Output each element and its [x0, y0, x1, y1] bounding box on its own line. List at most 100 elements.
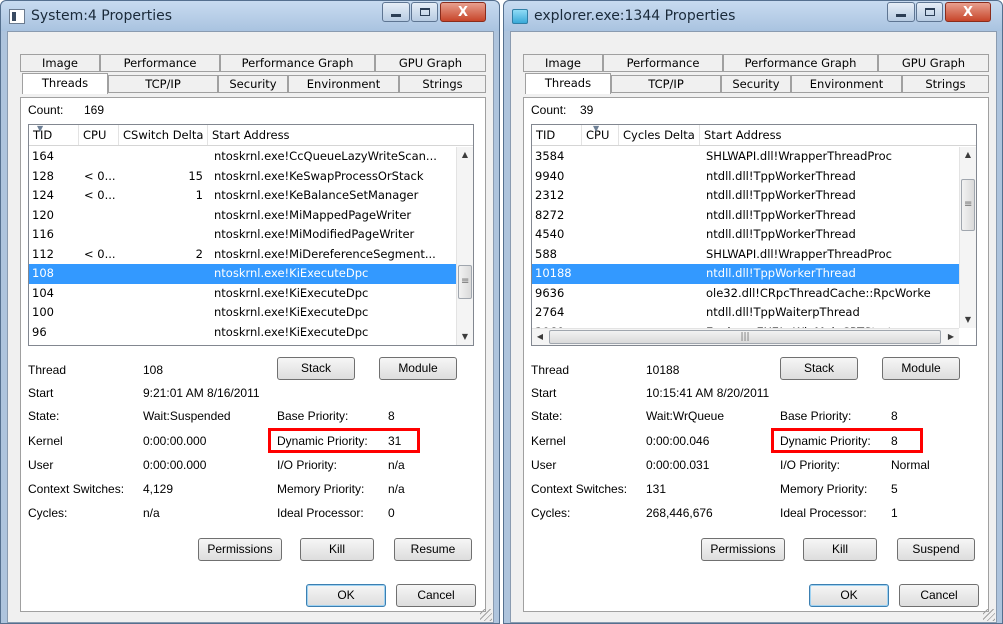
- cycles-label: Cycles:: [531, 506, 571, 520]
- column-header-cycles-delta[interactable]: Cycles Delta: [619, 125, 700, 145]
- close-icon: X: [457, 4, 469, 20]
- module-button[interactable]: Module: [882, 357, 960, 380]
- tab-tcpip[interactable]: TCP/IP: [108, 75, 218, 93]
- kill-button[interactable]: Kill: [300, 538, 374, 561]
- table-row[interactable]: 9636 ole32.dll!CRpcThreadCache::RpcWorke: [532, 284, 959, 304]
- scroll-up-arrow-icon[interactable]: ▲: [960, 147, 976, 163]
- table-row[interactable]: 124 < 0... 1 ntoskrnl.exe!KeBalanceSetManag…: [29, 186, 456, 206]
- tab-environment[interactable]: Environment: [288, 75, 399, 93]
- scroll-left-arrow-icon[interactable]: ◀: [532, 329, 548, 345]
- vertical-scrollbar[interactable]: ▲ ▼: [456, 147, 473, 345]
- resume-button[interactable]: Resume: [394, 538, 472, 561]
- table-row[interactable]: 9940 ntdll.dll!TppWorkerThread: [532, 167, 959, 187]
- table-row[interactable]: 108 ntoskrnl.exe!KiExecuteDpc: [29, 264, 456, 284]
- io-priority-label: I/O Priority:: [277, 458, 338, 472]
- ok-button[interactable]: OK: [809, 584, 889, 607]
- tab-performance[interactable]: Performance: [100, 54, 220, 72]
- tab-image[interactable]: Image: [523, 54, 603, 72]
- table-row[interactable]: 2312 ntdll.dll!TppWorkerThread: [532, 186, 959, 206]
- table-row[interactable]: 4540 ntdll.dll!TppWorkerThread: [532, 225, 959, 245]
- tab-tcpip[interactable]: TCP/IP: [611, 75, 721, 93]
- tab-strings[interactable]: Strings: [902, 75, 989, 93]
- tab-gpu-graph[interactable]: GPU Graph: [375, 54, 486, 72]
- minimize-button[interactable]: [887, 2, 915, 22]
- io-priority-value: Normal: [891, 458, 930, 472]
- size-grip-icon[interactable]: [480, 609, 492, 621]
- tab-performance-graph[interactable]: Performance Graph: [220, 54, 375, 72]
- cancel-button[interactable]: Cancel: [899, 584, 979, 607]
- table-row[interactable]: 164 ntoskrnl.exe!CcQueueLazyWriteScan...: [29, 147, 456, 167]
- context-switches-label: Context Switches:: [28, 482, 125, 496]
- tab-threads[interactable]: Threads: [525, 73, 611, 94]
- threads-list[interactable]: TID CPU ▼ Cycles Delta Start Address 358…: [531, 124, 977, 346]
- table-row[interactable]: 8272 ntdll.dll!TppWorkerThread: [532, 206, 959, 226]
- table-row[interactable]: 120 ntoskrnl.exe!MiMappedPageWriter: [29, 206, 456, 226]
- tab-threads[interactable]: Threads: [22, 73, 108, 94]
- tab-security[interactable]: Security: [218, 75, 288, 93]
- minimize-button[interactable]: [382, 2, 410, 22]
- column-header-cpu[interactable]: CPU: [582, 125, 619, 145]
- cancel-button[interactable]: Cancel: [396, 584, 476, 607]
- size-grip-icon[interactable]: [983, 609, 995, 621]
- permissions-button[interactable]: Permissions: [701, 538, 785, 561]
- kill-button[interactable]: Kill: [803, 538, 877, 561]
- table-row[interactable]: 104 ntoskrnl.exe!KiExecuteDpc: [29, 284, 456, 304]
- cell-tid: 4540: [535, 227, 565, 241]
- suspend-button[interactable]: Suspend: [897, 538, 975, 561]
- table-row[interactable]: 100 ntoskrnl.exe!KiExecuteDpc: [29, 303, 456, 323]
- table-row[interactable]: 96 ntoskrnl.exe!KiExecuteDpc: [29, 323, 456, 343]
- tab-security[interactable]: Security: [721, 75, 791, 93]
- vertical-scrollbar[interactable]: ▲ ▼: [959, 147, 976, 328]
- column-header-tid[interactable]: TID: [532, 125, 582, 145]
- table-row[interactable]: 10188 ntdll.dll!TppWorkerThread: [532, 264, 959, 284]
- tab-performance[interactable]: Performance: [603, 54, 723, 72]
- table-row[interactable]: 128 < 0... 15 ntoskrnl.exe!KeSwapProcessOrS…: [29, 167, 456, 187]
- table-row[interactable]: 3584 SHLWAPI.dll!WrapperThreadProc: [532, 147, 959, 167]
- column-header-start-address[interactable]: Start Address: [700, 125, 961, 145]
- scroll-right-arrow-icon[interactable]: ▶: [943, 329, 959, 345]
- horizontal-scroll-thumb[interactable]: |||: [549, 330, 941, 344]
- permissions-button[interactable]: Permissions: [198, 538, 282, 561]
- column-header-cswitch-delta[interactable]: CSwitch Delta: [119, 125, 208, 145]
- title-bar[interactable]: explorer.exe:1344 Properties X: [504, 1, 1002, 31]
- table-row[interactable]: 588 SHLWAPI.dll!WrapperThreadProc: [532, 245, 959, 265]
- cell-start-address: SHLWAPI.dll!WrapperThreadProc: [706, 149, 892, 163]
- cell-tid: 8272: [535, 207, 565, 222]
- cell-start-address: ntoskrnl.exe!CcQueueLazyWriteScan...: [214, 149, 437, 163]
- scroll-up-arrow-icon[interactable]: ▲: [457, 147, 473, 163]
- scroll-down-arrow-icon[interactable]: ▼: [457, 329, 473, 345]
- column-header-cpu[interactable]: CPU: [79, 125, 119, 145]
- stack-button[interactable]: Stack: [277, 357, 355, 380]
- stack-button[interactable]: Stack: [780, 357, 858, 380]
- ideal-processor-value: 0: [388, 506, 395, 520]
- scroll-thumb[interactable]: [961, 179, 975, 231]
- close-button[interactable]: X: [945, 2, 991, 22]
- column-header-start-address[interactable]: Start Address: [208, 125, 458, 145]
- title-bar[interactable]: System:4 Properties X: [1, 1, 499, 31]
- tab-strings[interactable]: Strings: [399, 75, 486, 93]
- base-priority-label: Base Priority:: [277, 409, 349, 423]
- tab-environment[interactable]: Environment: [791, 75, 902, 93]
- tab-gpu-graph[interactable]: GPU Graph: [878, 54, 989, 72]
- threads-list[interactable]: TID ▼ CPU CSwitch Delta Start Address 16…: [28, 124, 474, 346]
- table-row[interactable]: 2764 ntdll.dll!TppWaiterpThread: [532, 303, 959, 323]
- cell-start-address: ntoskrnl.exe!KiExecuteDpc: [214, 266, 369, 280]
- cell-start-address: ntoskrnl.exe!KiExecuteDpc: [214, 305, 369, 319]
- scroll-down-arrow-icon[interactable]: ▼: [960, 312, 976, 328]
- table-row[interactable]: 112 < 0... 2 ntoskrnl.exe!MiDereferenceSegm…: [29, 245, 456, 265]
- horizontal-scrollbar[interactable]: ◀ ||| ▶: [532, 328, 959, 345]
- tab-image[interactable]: Image: [20, 54, 100, 72]
- ok-button[interactable]: OK: [306, 584, 386, 607]
- cell-tid: 10188: [535, 266, 572, 280]
- table-row[interactable]: 92 ntoskrnl.exe!KiExecuteDpc: [29, 342, 456, 345]
- cell-tid: 104: [32, 285, 54, 300]
- table-row[interactable]: 116 ntoskrnl.exe!MiModifiedPageWriter: [29, 225, 456, 245]
- close-button[interactable]: X: [440, 2, 486, 22]
- maximize-button[interactable]: [411, 2, 438, 22]
- tab-performance-graph[interactable]: Performance Graph: [723, 54, 878, 72]
- cell-start-address: ntoskrnl.exe!KiExecuteDpc: [214, 324, 369, 339]
- module-button[interactable]: Module: [379, 357, 457, 380]
- scroll-thumb[interactable]: [458, 265, 472, 299]
- maximize-button[interactable]: [916, 2, 943, 22]
- cell-tid: 92: [32, 342, 78, 345]
